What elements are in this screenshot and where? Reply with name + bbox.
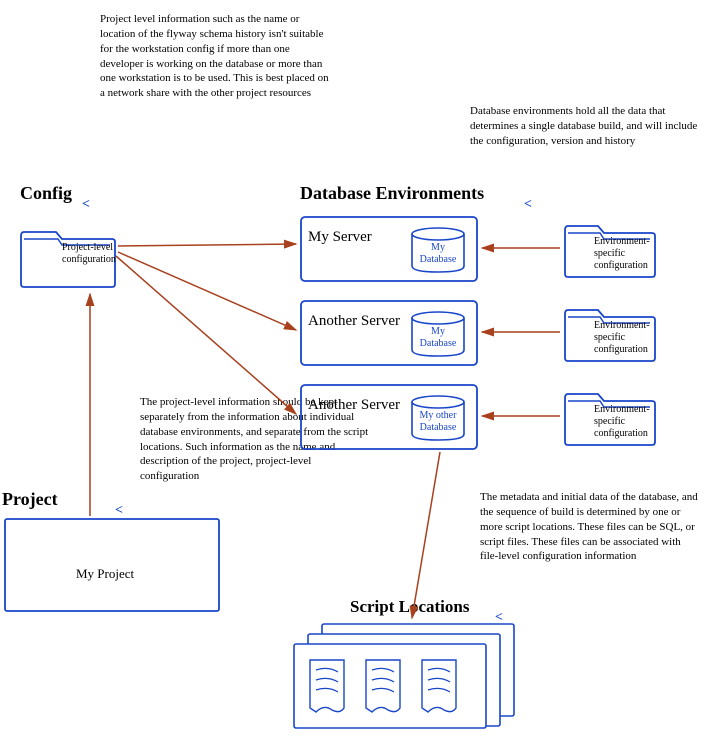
env-folder-2: Environment-specific configuration: [562, 298, 658, 364]
env-server-2: Another Server: [308, 312, 400, 330]
env-folder-1: Environment-specific configuration: [562, 214, 658, 280]
config-folder-label: Project-level configuration: [62, 242, 118, 266]
annotation-scripts: The metadata and initial data of the dat…: [480, 490, 700, 564]
env-db-label-3: My other Database: [414, 410, 462, 433]
project-name: My Project: [76, 566, 134, 582]
project-box-outline: [4, 518, 220, 612]
env-db-label-1: My Database: [414, 242, 462, 265]
mark-dbenv: <: [524, 197, 532, 213]
heading-project: Project: [2, 489, 58, 510]
env-db-1: My Database: [408, 226, 468, 279]
mark-config: <: [82, 197, 90, 213]
heading-db-env: Database Environments: [300, 183, 484, 204]
annotation-config: Project level information such as the na…: [100, 12, 330, 101]
project-box: My Project: [4, 518, 220, 617]
config-folder: Project-level configuration: [18, 218, 118, 290]
heading-config: Config: [20, 183, 72, 204]
env-folder-label-3: Environment-specific configuration: [594, 404, 656, 440]
mark-project: <: [115, 503, 123, 519]
env-db-2: My Database: [408, 310, 468, 363]
env-folder-label-1: Environment-specific configuration: [594, 236, 656, 272]
env-box-3: Another Server My other Database: [300, 384, 478, 450]
annotation-dbenv: Database environments hold all the data …: [470, 104, 700, 149]
env-box-1: My Server My Database: [300, 216, 478, 282]
pages-icon: [292, 622, 516, 730]
env-folder-3: Environment-specific configuration: [562, 382, 658, 448]
env-folder-label-2: Environment-specific configuration: [594, 320, 656, 356]
env-server-1: My Server: [308, 228, 372, 246]
env-server-3: Another Server: [308, 396, 400, 414]
env-db-label-2: My Database: [414, 326, 462, 349]
env-box-2: Another Server My Database: [300, 300, 478, 366]
scripts-stack: [292, 622, 516, 735]
env-db-3: My other Database: [408, 394, 468, 447]
heading-scripts: Script Locations: [350, 597, 469, 617]
